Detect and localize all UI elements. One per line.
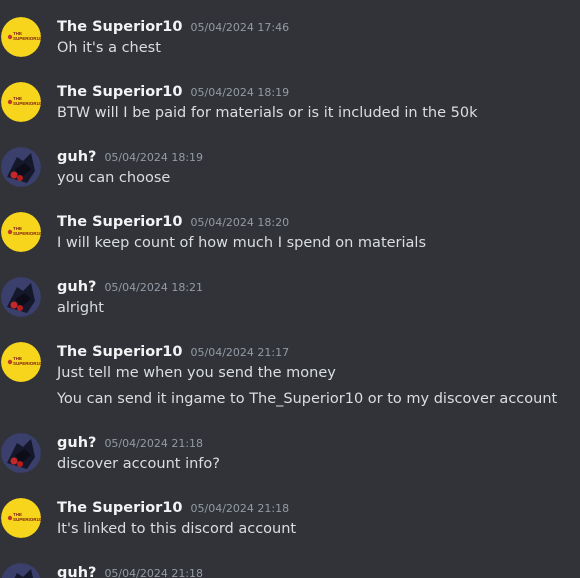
message-text: Oh it's a chest (57, 40, 161, 56)
message-text: Just tell me when you send the money (57, 365, 336, 381)
username[interactable]: The Superior10 (57, 344, 183, 360)
timestamp: 05/04/2024 18:21 (104, 281, 204, 294)
avatar[interactable]: THE SUPERIOR10 (1, 82, 41, 122)
svg-text:SUPERIOR10: SUPERIOR10 (13, 231, 41, 236)
svg-text:SUPERIOR10: SUPERIOR10 (13, 36, 41, 41)
message-text: you can choose (57, 170, 171, 186)
svg-text:SUPERIOR10: SUPERIOR10 (13, 361, 41, 366)
username[interactable]: The Superior10 (57, 500, 183, 516)
username[interactable]: guh? (57, 565, 96, 578)
username[interactable]: The Superior10 (57, 84, 183, 100)
chat-message-list[interactable]: THE SUPERIOR10 The Superior10 05/04/2024 … (0, 0, 580, 578)
timestamp: 05/04/2024 21:18 (104, 567, 204, 578)
timestamp: 05/04/2024 21:18 (104, 437, 204, 450)
timestamp: 05/04/2024 21:18 (190, 502, 290, 515)
timestamp: 05/04/2024 18:19 (190, 86, 290, 99)
message-text: It's linked to this discord account (57, 521, 297, 537)
message-text: alright (57, 300, 104, 316)
avatar[interactable]: THE SUPERIOR10 (1, 342, 41, 382)
username[interactable]: guh? (57, 435, 96, 451)
timestamp: 05/04/2024 18:19 (104, 151, 204, 164)
username[interactable]: The Superior10 (57, 214, 183, 230)
avatar[interactable] (1, 433, 41, 473)
message-text: I will keep count of how much I spend on… (57, 235, 427, 251)
message-text: You can send it ingame to The_Superior10… (57, 391, 558, 407)
message-text: discover account info? (57, 456, 220, 472)
timestamp: 05/04/2024 17:46 (190, 21, 290, 34)
message-text: BTW will I be paid for materials or is i… (57, 105, 478, 121)
avatar[interactable] (1, 147, 41, 187)
svg-text:SUPERIOR10: SUPERIOR10 (13, 517, 41, 522)
username[interactable]: The Superior10 (57, 19, 183, 35)
avatar[interactable] (1, 563, 41, 578)
avatar[interactable] (1, 277, 41, 317)
username[interactable]: guh? (57, 279, 96, 295)
avatar[interactable]: THE SUPERIOR10 (1, 212, 41, 252)
avatar[interactable]: THE SUPERIOR10 (1, 498, 41, 538)
timestamp: 05/04/2024 18:20 (190, 216, 290, 229)
username[interactable]: guh? (57, 149, 96, 165)
svg-text:SUPERIOR10: SUPERIOR10 (13, 101, 41, 106)
timestamp: 05/04/2024 21:17 (190, 346, 290, 359)
avatar[interactable]: THE SUPERIOR10 (1, 17, 41, 57)
